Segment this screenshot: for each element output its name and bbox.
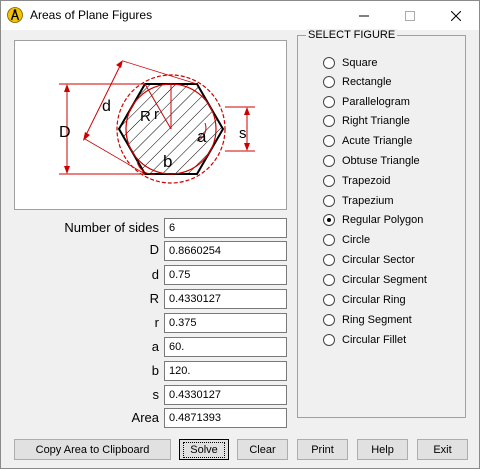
figure-diagram: D d R r a b s xyxy=(14,40,287,210)
field-label-area: Area xyxy=(131,410,159,425)
maximize-icon xyxy=(405,10,415,21)
minimize-icon xyxy=(359,15,369,16)
exit-button[interactable]: Exit xyxy=(417,439,468,460)
number-of-sides-input[interactable]: 6 xyxy=(164,218,287,238)
title-bar[interactable]: Areas of Plane Figures xyxy=(1,1,479,30)
close-icon xyxy=(451,10,461,21)
radio-button-icon xyxy=(323,115,335,127)
field-label-d: d xyxy=(151,267,159,282)
field-label-D: D xyxy=(149,242,159,257)
radio-button-icon xyxy=(323,294,335,306)
field-label-s: s xyxy=(152,387,160,402)
select-figure-title: SELECT FIGURE xyxy=(306,29,398,41)
radio-obtuse-triangle[interactable]: Obtuse Triangle xyxy=(323,153,420,169)
area-output[interactable]: 0.4871393 xyxy=(164,408,287,428)
radio-button-icon xyxy=(323,314,335,326)
D-input[interactable]: 0.8660254 xyxy=(164,241,287,261)
field-label-R: R xyxy=(149,291,159,306)
radio-acute-triangle[interactable]: Acute Triangle xyxy=(323,133,412,149)
client-area: D d R r a b s Number of sides 6 D 0.8660… xyxy=(1,29,479,468)
radio-button-icon xyxy=(323,334,335,346)
radio-regular-polygon[interactable]: Regular Polygon xyxy=(323,212,423,228)
label-D: D xyxy=(59,124,71,141)
solve-button-label: Solve xyxy=(183,441,225,458)
clear-button[interactable]: Clear xyxy=(237,439,288,460)
label-d: d xyxy=(102,98,111,115)
R-input[interactable]: 0.4330127 xyxy=(164,289,287,309)
radio-button-icon xyxy=(323,175,335,187)
maximize-button[interactable] xyxy=(387,1,433,30)
label-a: a xyxy=(197,127,207,146)
radio-button-icon xyxy=(323,254,335,266)
label-r: r xyxy=(154,106,159,123)
radio-button-icon xyxy=(323,76,335,88)
regular-polygon-diagram: D d R r a b s xyxy=(59,60,255,184)
minimize-button[interactable] xyxy=(341,1,387,30)
radio-square[interactable]: Square xyxy=(323,55,377,71)
radio-circular-fillet[interactable]: Circular Fillet xyxy=(323,332,406,348)
b-input[interactable]: 120. xyxy=(164,361,287,381)
label-s: s xyxy=(239,125,247,142)
radio-circular-ring[interactable]: Circular Ring xyxy=(323,292,406,308)
app-window: Areas of Plane Figures D d R r a b s Num… xyxy=(0,0,480,469)
field-label-a: a xyxy=(151,339,159,354)
label-b: b xyxy=(163,152,172,171)
radio-circular-sector[interactable]: Circular Sector xyxy=(323,252,415,268)
d-input[interactable]: 0.75 xyxy=(164,265,287,285)
radio-button-icon xyxy=(323,274,335,286)
field-label-number-of-sides: Number of sides xyxy=(64,220,159,235)
copy-area-button[interactable]: Copy Area to Clipboard xyxy=(14,439,171,460)
field-label-b: b xyxy=(151,363,159,378)
a-input[interactable]: 60. xyxy=(164,337,287,357)
radio-trapezoid[interactable]: Trapezoid xyxy=(323,173,391,189)
radio-button-icon xyxy=(323,96,335,108)
radio-button-icon xyxy=(323,57,335,69)
window-title: Areas of Plane Figures xyxy=(30,8,153,22)
radio-button-checked-icon xyxy=(323,214,335,226)
radio-circle[interactable]: Circle xyxy=(323,232,370,248)
radio-button-icon xyxy=(323,234,335,246)
radio-trapezium[interactable]: Trapezium xyxy=(323,193,394,209)
print-button[interactable]: Print xyxy=(297,439,348,460)
radio-right-triangle[interactable]: Right Triangle xyxy=(323,113,410,129)
radio-parallelogram[interactable]: Parallelogram xyxy=(323,94,410,110)
radio-button-icon xyxy=(323,155,335,167)
radio-button-icon xyxy=(323,135,335,147)
radio-circular-segment[interactable]: Circular Segment xyxy=(323,272,427,288)
close-button[interactable] xyxy=(433,1,479,30)
s-input[interactable]: 0.4330127 xyxy=(164,385,287,405)
help-button[interactable]: Help xyxy=(357,439,408,460)
radio-ring-segment[interactable]: Ring Segment xyxy=(323,312,412,328)
radio-button-icon xyxy=(323,195,335,207)
field-label-r: r xyxy=(154,315,159,330)
r-input[interactable]: 0.375 xyxy=(164,313,287,333)
radio-rectangle[interactable]: Rectangle xyxy=(323,74,392,90)
compass-app-icon xyxy=(7,7,23,23)
solve-button[interactable]: Solve xyxy=(179,439,229,460)
label-R: R xyxy=(140,108,151,125)
